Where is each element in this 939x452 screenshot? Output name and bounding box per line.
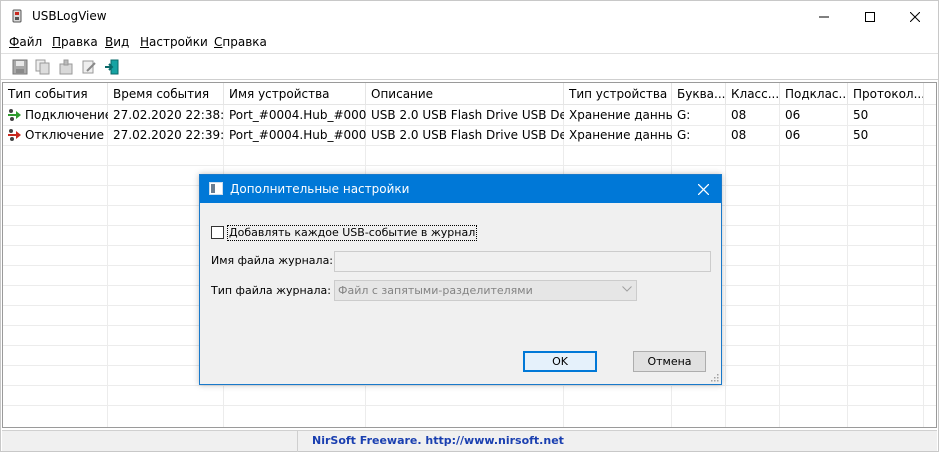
list-header: Тип события Время события Имя устройства…: [3, 83, 936, 105]
toolbar: [1, 53, 938, 80]
column-header[interactable]: Описание: [366, 83, 564, 105]
options-icon: [82, 60, 96, 74]
cell-drive-letter: G:: [677, 128, 691, 142]
log-type-value: Файл с запятыми-разделителями: [338, 284, 533, 297]
column-header[interactable]: Буква...: [672, 83, 726, 105]
properties-icon: [59, 59, 73, 75]
properties-button[interactable]: [56, 57, 76, 77]
cell-event-type: Отключение: [25, 128, 104, 142]
cell-subclass: 06: [785, 128, 801, 142]
menu-file[interactable]: Файл: [9, 35, 42, 49]
cell-device-type: Хранение данных: [569, 128, 672, 142]
cell-description: USB 2.0 USB Flash Drive USB Device: [371, 128, 564, 142]
close-icon: [910, 11, 920, 22]
dialog-window-icon: [209, 182, 223, 195]
maximize-icon: [865, 11, 875, 22]
cell-device-name: Port_#0004.Hub_#0005: [229, 128, 366, 142]
grid-line: [3, 165, 936, 166]
nirsoft-link[interactable]: NirSoft Freeware. http://www.nirsoft.net: [312, 434, 564, 447]
status-bar: NirSoft Freeware. http://www.nirsoft.net: [2, 430, 937, 452]
log-type-label: Тип файла журнала:: [211, 284, 331, 297]
title-bar: USBLogView: [1, 1, 938, 32]
cell-event-time: 27.02.2020 22:39:06: [113, 128, 224, 142]
save-icon: [12, 59, 28, 75]
menu-view[interactable]: Вид: [105, 35, 129, 49]
menu-bar: Файл Правка Вид Настройки Справка: [1, 32, 938, 52]
usb-disconnect-icon: [7, 127, 23, 143]
log-type-select[interactable]: Файл с запятыми-разделителями: [334, 280, 637, 301]
copy-button[interactable]: [33, 57, 53, 77]
resize-grip-icon[interactable]: [709, 372, 719, 382]
maximize-button[interactable]: [847, 1, 893, 32]
cell-description: USB 2.0 USB Flash Drive USB Device: [371, 108, 564, 122]
main-window: USBLogView Файл Правка Вид Настройки Спр…: [0, 0, 939, 452]
dialog-title: Дополнительные настройки: [230, 182, 410, 196]
exit-button[interactable]: [102, 57, 122, 77]
cell-protocol: 50: [853, 128, 869, 142]
grid-line: [779, 105, 780, 427]
usb-connect-icon: [7, 107, 23, 123]
dialog-close-button[interactable]: [691, 177, 715, 201]
column-header[interactable]: Класс...: [726, 83, 780, 105]
cell-class: 08: [731, 108, 747, 122]
copy-icon: [35, 59, 50, 75]
column-header[interactable]: Протокол...: [848, 83, 924, 105]
log-events-checkbox-label[interactable]: Добавлять каждое USB-событие в журнал: [227, 225, 478, 241]
log-file-input[interactable]: [334, 251, 711, 272]
menu-help[interactable]: Справка: [214, 35, 267, 49]
table-row[interactable]: Подключение 27.02.2020 22:38:43 Port_#00…: [3, 105, 936, 125]
window-title: USBLogView: [32, 9, 107, 23]
table-row[interactable]: Отключение 27.02.2020 22:39:06 Port_#000…: [3, 125, 936, 145]
cell-event-type: Подключение: [25, 108, 108, 122]
minimize-button[interactable]: [801, 1, 847, 32]
grid-line: [725, 105, 726, 427]
cell-event-time: 27.02.2020 22:38:43: [113, 108, 224, 122]
column-header[interactable]: Тип устройства: [564, 83, 672, 105]
cell-device-type: Хранение данных: [569, 108, 672, 122]
cell-drive-letter: G:: [677, 108, 691, 122]
chevron-down-icon: [622, 286, 632, 292]
save-button[interactable]: [10, 57, 30, 77]
cancel-button[interactable]: Отмена: [633, 351, 706, 372]
minimize-icon: [819, 16, 829, 17]
cell-class: 08: [731, 128, 747, 142]
column-header[interactable]: Тип события: [3, 83, 108, 105]
options-button[interactable]: [79, 57, 99, 77]
grid-line: [3, 145, 936, 146]
column-header[interactable]: Время события: [108, 83, 224, 105]
menu-edit[interactable]: Правка: [52, 35, 98, 49]
exit-icon: [105, 59, 119, 75]
close-button[interactable]: [892, 1, 938, 32]
column-header[interactable]: Имя устройства: [224, 83, 366, 105]
log-events-checkbox[interactable]: [211, 226, 224, 239]
grid-line: [923, 105, 924, 427]
dialog-title-bar: Дополнительные настройки: [200, 175, 721, 203]
grid-line: [847, 105, 848, 427]
cell-protocol: 50: [853, 108, 869, 122]
log-file-label: Имя файла журнала:: [211, 254, 334, 267]
close-icon: [697, 183, 709, 195]
grid-line: [3, 385, 936, 386]
menu-options[interactable]: Настройки: [140, 35, 208, 49]
app-icon: [10, 9, 24, 23]
grid-line: [3, 405, 936, 406]
advanced-options-dialog: Дополнительные настройки Добавлять каждо…: [199, 174, 722, 385]
grid-line: [107, 105, 108, 427]
status-segment: [2, 431, 298, 452]
column-header[interactable]: Подклас...: [780, 83, 848, 105]
cell-device-name: Port_#0004.Hub_#0005: [229, 108, 366, 122]
ok-button[interactable]: OK: [523, 351, 597, 372]
cell-subclass: 06: [785, 108, 801, 122]
